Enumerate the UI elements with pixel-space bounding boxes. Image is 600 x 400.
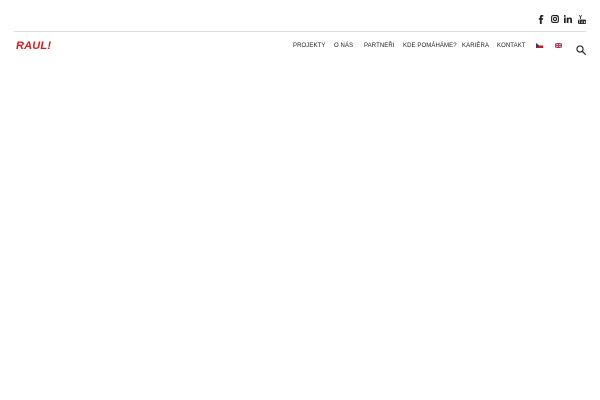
instagram-icon[interactable]: [548, 13, 562, 25]
nav-item-o-nas[interactable]: O NÁS: [334, 42, 353, 50]
nav-item-projekty[interactable]: PROJEKTY: [293, 42, 325, 50]
main-nav: PROJEKTY O NÁS PARTNEŘI KDE POMÁHÁME? KA…: [0, 42, 600, 54]
main-content: [0, 62, 600, 400]
facebook-icon[interactable]: [534, 13, 548, 25]
czech-flag-icon[interactable]: [536, 43, 543, 48]
uk-flag-icon[interactable]: [555, 43, 562, 48]
top-bar: [0, 0, 600, 31]
nav-item-kde-pomahame[interactable]: KDE POMÁHÁME?: [403, 42, 457, 50]
search-icon[interactable]: [576, 42, 586, 55]
page: RAUL! PROJEKTY O NÁS PARTNEŘI KDE POMÁHÁ…: [0, 0, 600, 400]
main-header: RAUL! PROJEKTY O NÁS PARTNEŘI KDE POMÁHÁ…: [0, 32, 600, 62]
nav-item-kontakt[interactable]: KONTAKT: [497, 42, 526, 50]
linkedin-icon[interactable]: [561, 13, 575, 25]
nav-item-partneri[interactable]: PARTNEŘI: [364, 42, 395, 50]
nav-item-kariera[interactable]: KARIÉRA: [462, 42, 489, 50]
youtube-icon[interactable]: [575, 13, 589, 25]
